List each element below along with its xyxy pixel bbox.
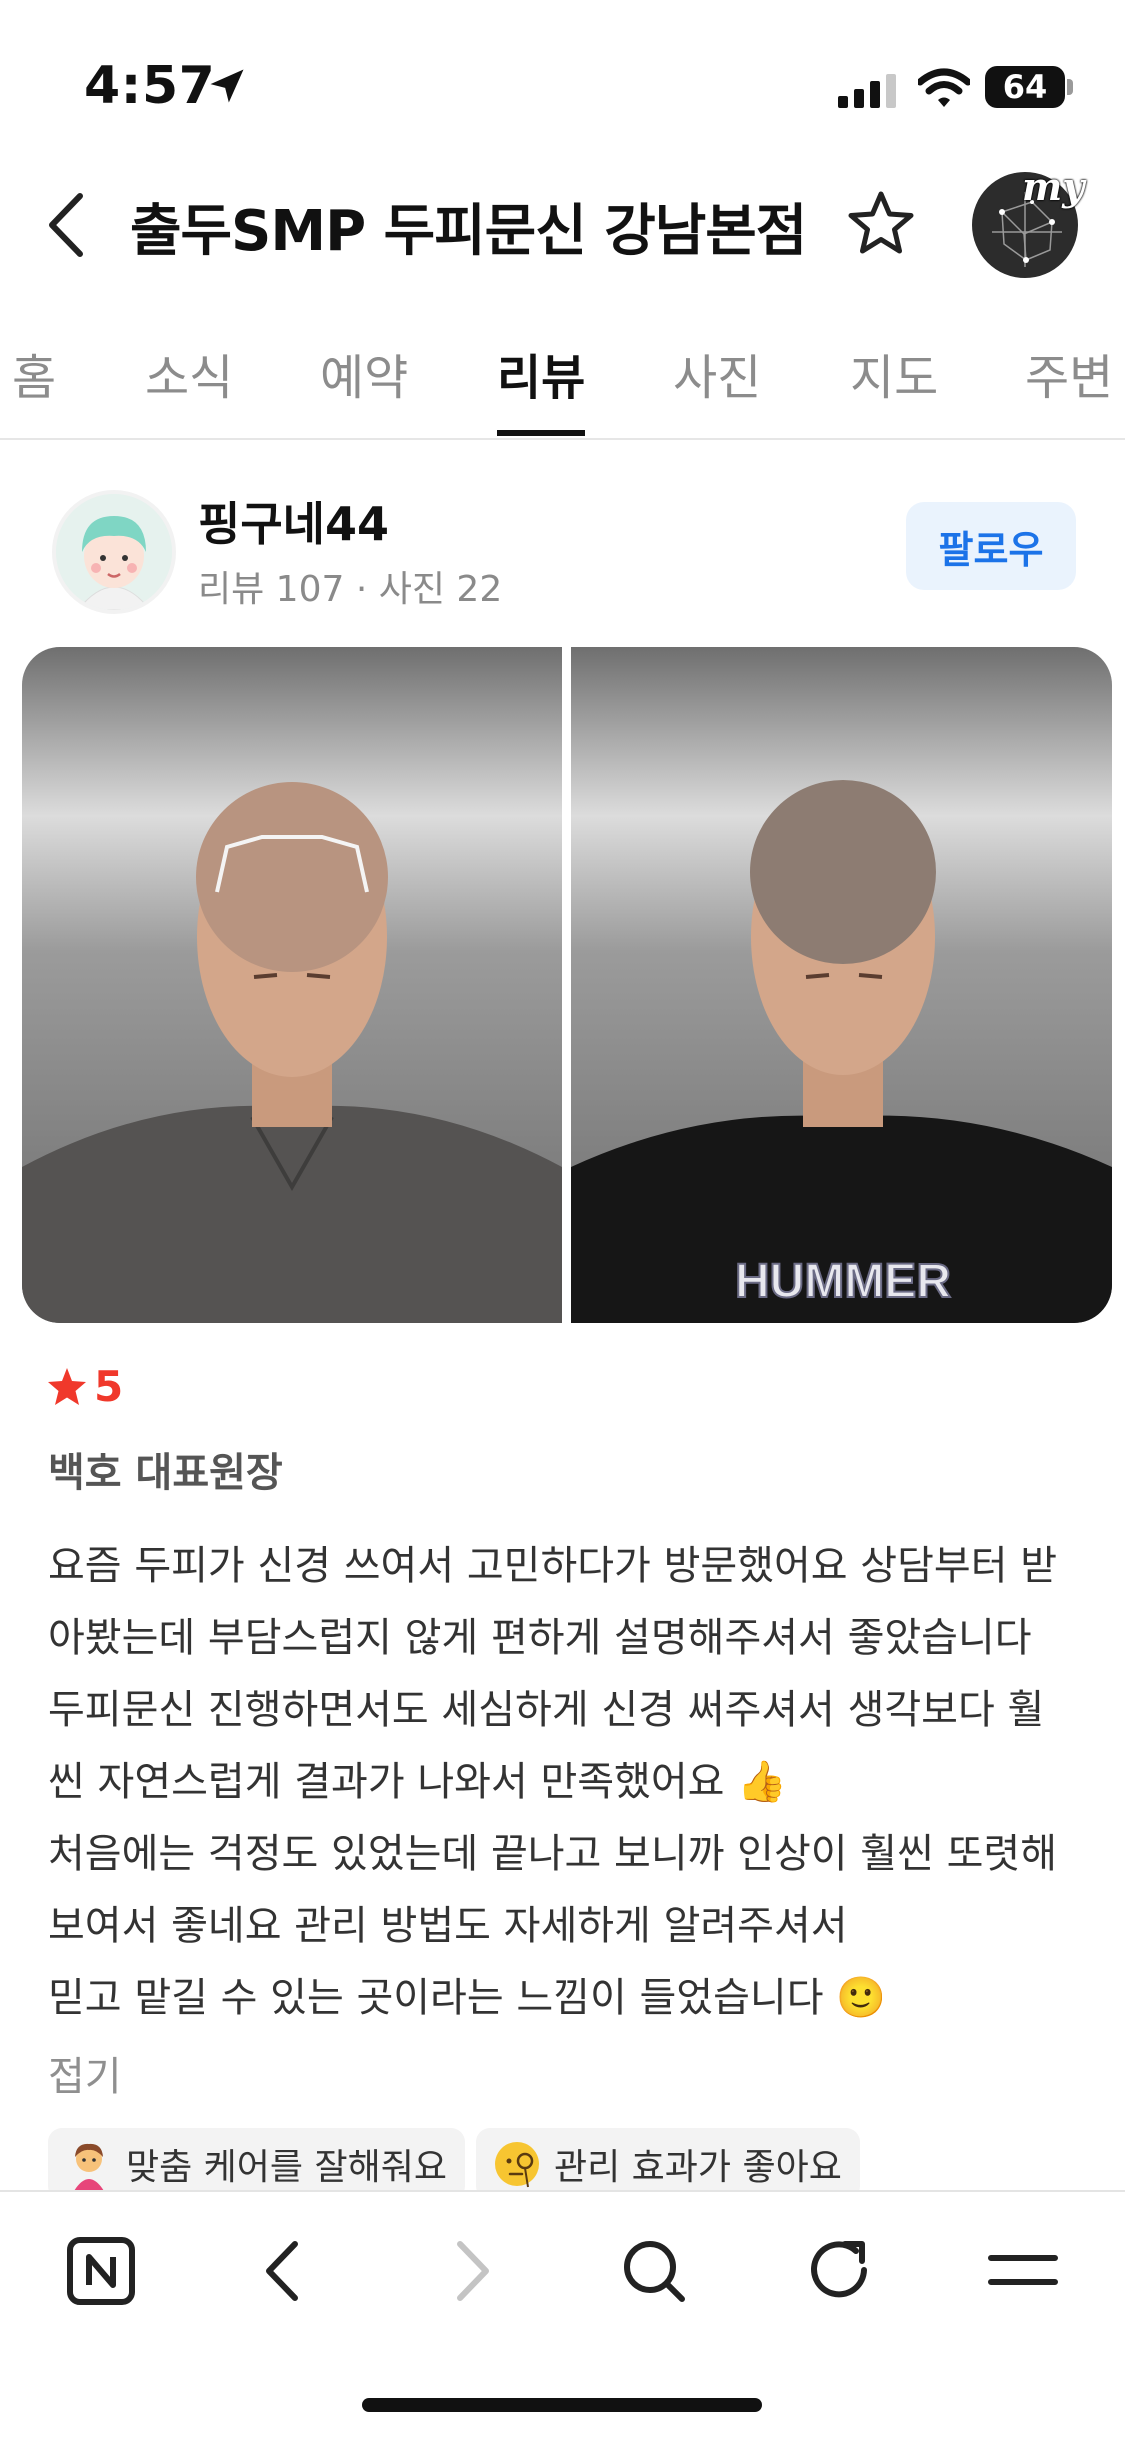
face-with-monocle-icon: [495, 2142, 539, 2188]
browser-forward-button[interactable]: [430, 2230, 510, 2310]
naver-home-button[interactable]: [62, 2230, 142, 2310]
reviewer-stats: 리뷰 107 · 사진 22: [198, 569, 503, 610]
my-label: my: [1022, 164, 1085, 209]
search-button[interactable]: [614, 2230, 694, 2310]
tab-reservation[interactable]: 예약: [320, 338, 408, 408]
tab-news[interactable]: 소식: [145, 338, 233, 408]
review-line: 아봤는데 부담스럽지 않게 편하게 설명해주셔서 좋았습니다: [48, 1615, 1032, 1661]
reviewer-name[interactable]: 핑구네44: [198, 488, 389, 554]
active-tab-indicator: [497, 430, 585, 436]
home-indicator: [362, 2398, 762, 2412]
status-time: 4:57: [84, 56, 216, 116]
reviewer-avatar[interactable]: [52, 490, 176, 614]
collapse-link[interactable]: 접기: [48, 2044, 122, 2102]
tab-map[interactable]: 지도: [850, 338, 938, 408]
review-line: 두피문신 진행하면서도 세심하게 신경 써주셔서 생각보다 훨: [48, 1687, 1045, 1733]
tab-reviews[interactable]: 리뷰: [497, 338, 585, 408]
review-text: 요즘 두피가 신경 쓰여서 고민하다가 방문했어요 상담부터 받 아봤는데 부담…: [48, 1530, 1088, 2034]
tab-home[interactable]: 홈: [12, 338, 56, 408]
browser-back-button[interactable]: [245, 2230, 325, 2310]
battery-indicator: 64: [985, 66, 1065, 108]
follow-button[interactable]: 팔로우: [906, 502, 1076, 590]
rating-value: 5: [94, 1362, 124, 1411]
review-line: 보여서 좋네요 관리 방법도 자세하게 알려주셔서: [48, 1903, 848, 1949]
review-photo-before[interactable]: [22, 647, 562, 1323]
battery-nub: [1067, 79, 1073, 95]
keyword-chip-label: 맞춤 케어를 잘해줘요: [126, 2147, 447, 2188]
cellular-signal-icon: [838, 74, 896, 108]
before-photo-image: [22, 647, 562, 1323]
refresh-button[interactable]: [800, 2230, 880, 2310]
location-arrow-icon: [210, 69, 244, 103]
review-line: 믿고 맡길 수 있는 곳이라는 느낌이 들었습니다 🙂: [48, 1975, 887, 2021]
after-photo-image: HUMMER: [571, 647, 1112, 1323]
review-line: 요즘 두피가 신경 쓰여서 고민하다가 방문했어요 상담부터 받: [48, 1543, 1058, 1589]
review-line: 처음에는 걱정도 있었는데 끝나고 보니까 인상이 훨씬 또렷해: [48, 1831, 1058, 1877]
wifi-icon: [918, 68, 970, 107]
tab-photos[interactable]: 사진: [673, 338, 761, 408]
back-button[interactable]: [40, 190, 90, 260]
review-line: 씬 자연스럽게 결과가 나와서 만족했어요 👍: [48, 1759, 787, 1805]
tab-nearby[interactable]: 주변: [1025, 338, 1113, 408]
menu-button[interactable]: [983, 2230, 1063, 2310]
staff-name: 백호 대표원장: [48, 1450, 283, 1496]
keyword-chip-label: 관리 효과가 좋아요: [554, 2147, 842, 2188]
reviewer-character-icon: [56, 494, 172, 610]
page-title: 출두SMP 두피문신 강남본점: [130, 199, 807, 264]
rating-star-icon: [48, 1368, 86, 1405]
tab-bar: 홈 소식 예약 리뷰 사진 지도 주변: [0, 328, 1125, 440]
person-tipping-hand-icon: [74, 2143, 104, 2191]
review-photo-after[interactable]: HUMMER: [571, 647, 1112, 1323]
favorite-star-button[interactable]: [845, 188, 917, 260]
shirt-text: HUMMER: [735, 1255, 951, 1308]
